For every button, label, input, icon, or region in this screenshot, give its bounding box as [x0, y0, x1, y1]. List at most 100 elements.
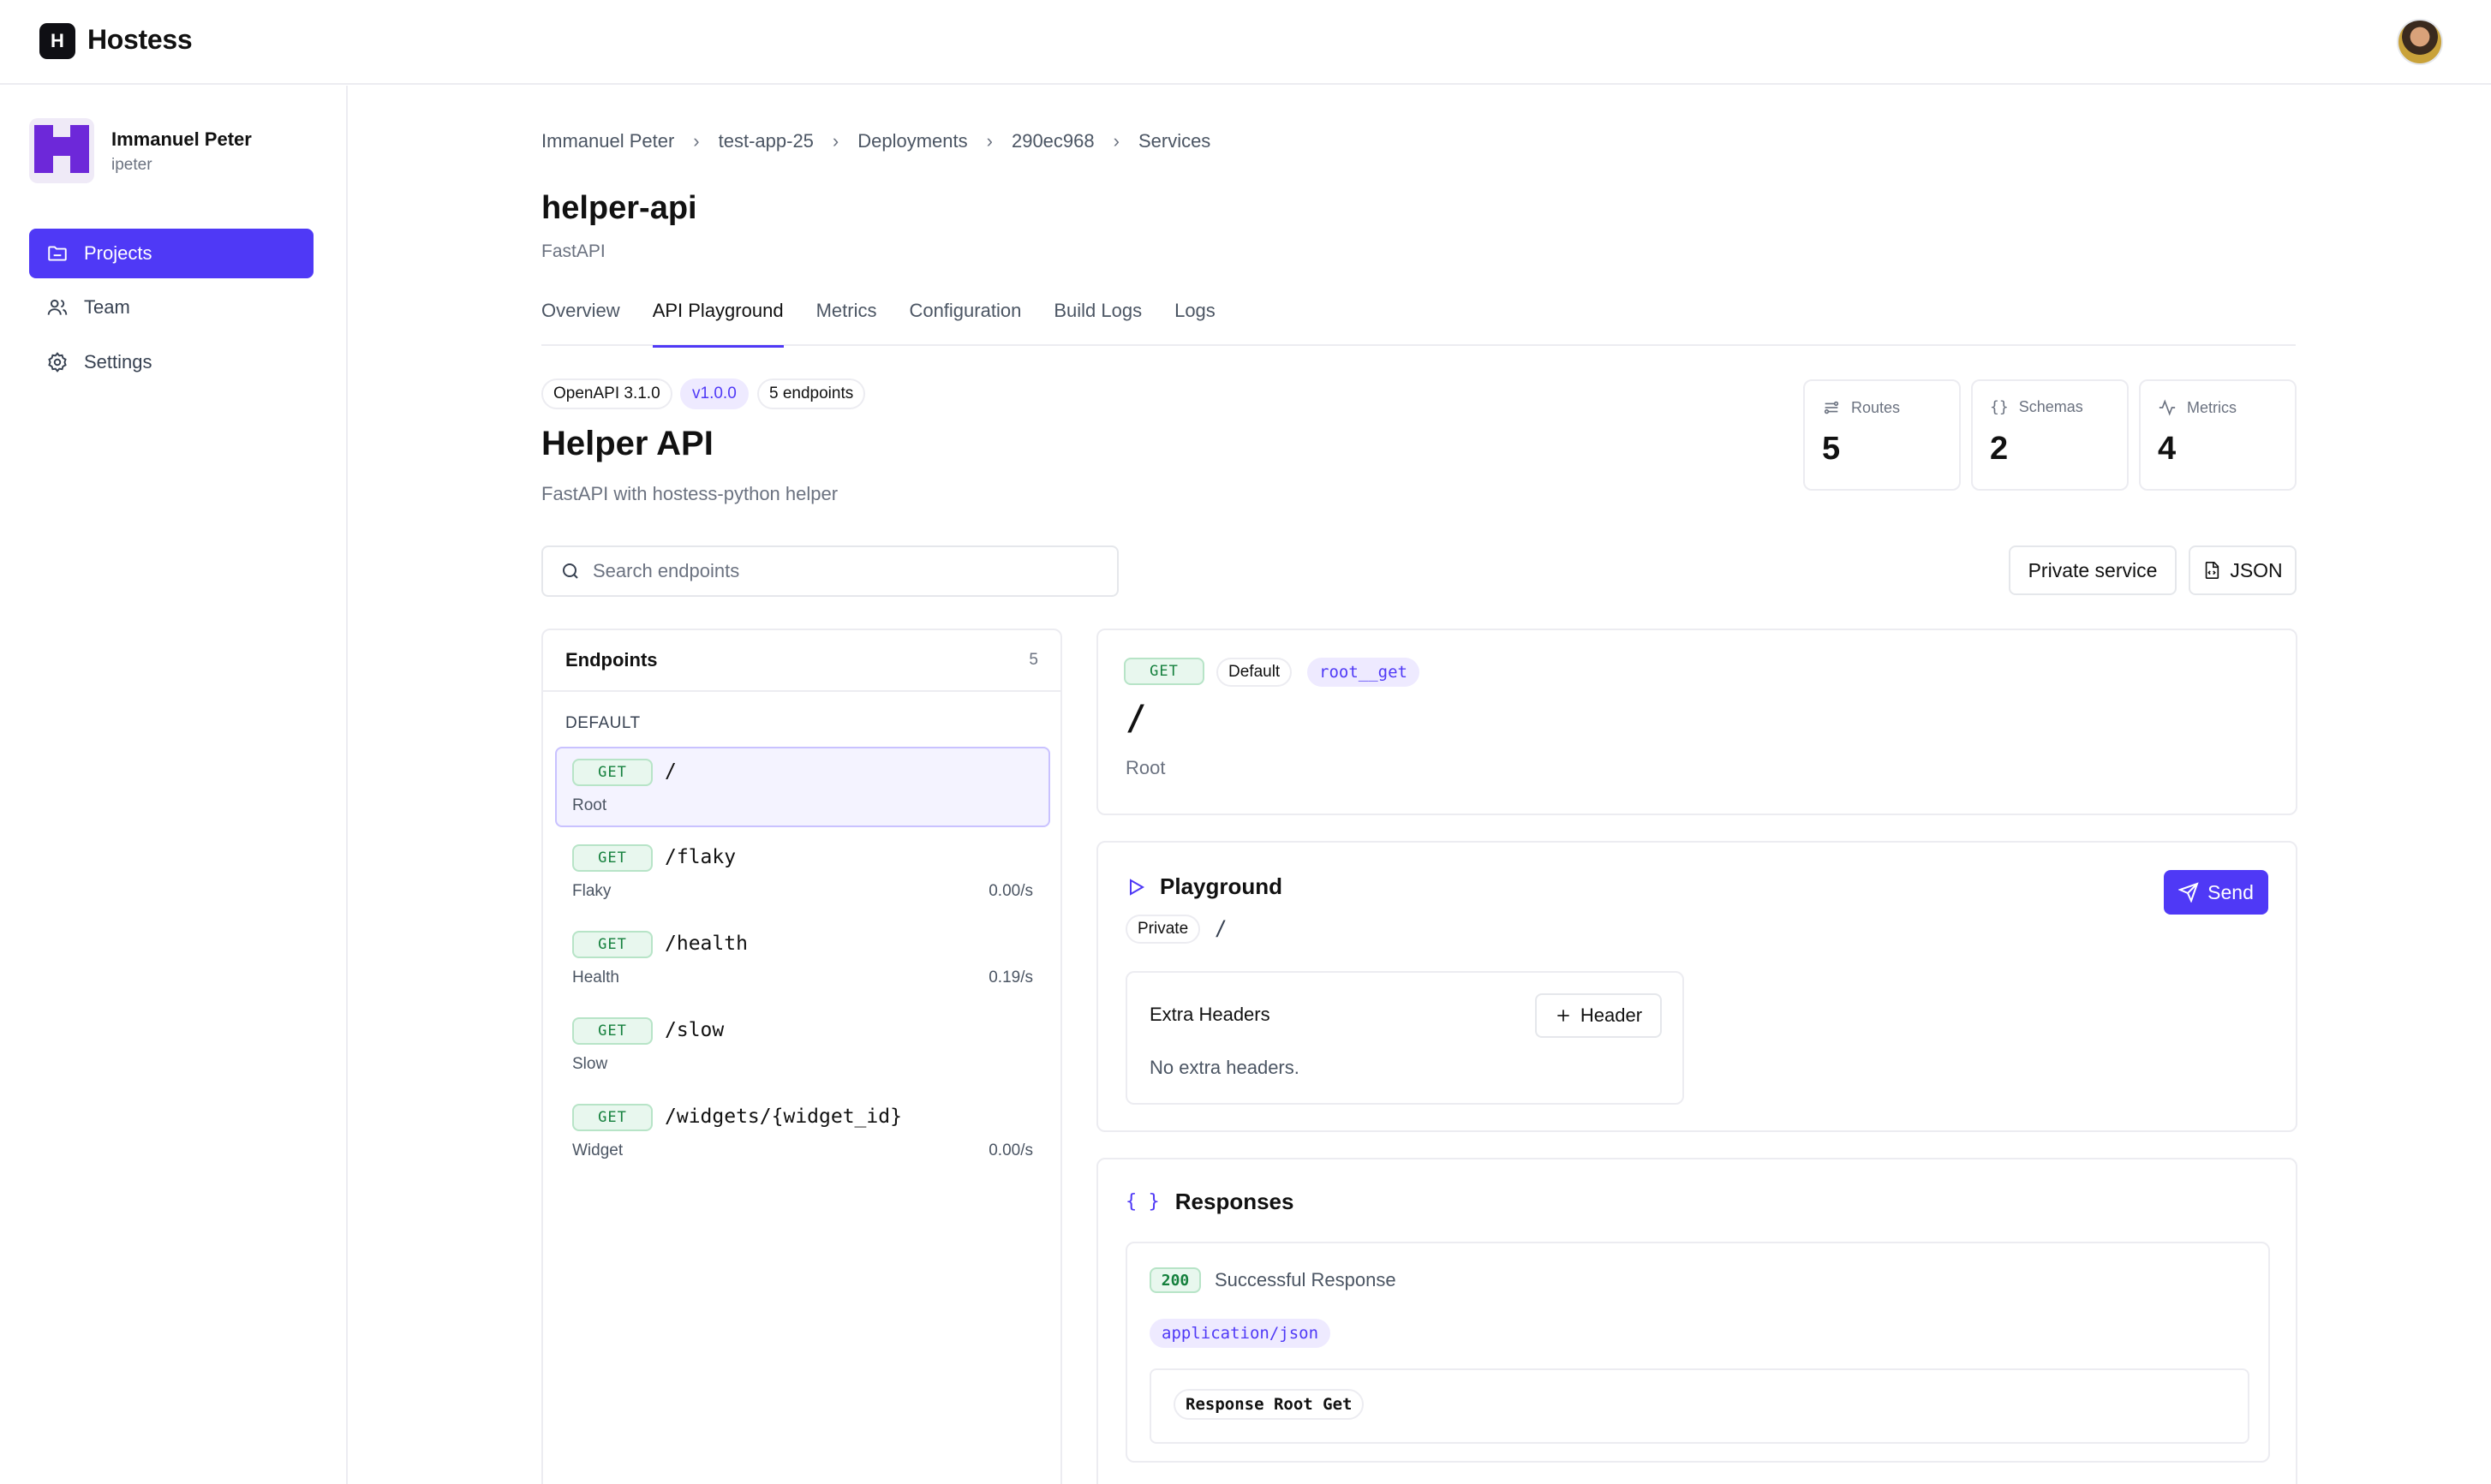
openapi-version-badge: OpenAPI 3.1.0	[541, 378, 672, 409]
responses-title: Responses	[1174, 1189, 1294, 1214]
gear-icon	[48, 352, 67, 372]
private-service-button[interactable]: Private service	[2009, 545, 2177, 595]
endpoints-header: Endpoints 5	[543, 630, 1060, 692]
endpoint-path: /widgets/{widget_id}	[665, 1106, 902, 1128]
endpoint-item-widget[interactable]: GET /widgets/{widget_id} Widget 0.00/s	[555, 1092, 1050, 1172]
extra-headers-title: Extra Headers	[1150, 1004, 1270, 1025]
account-avatar	[29, 118, 94, 183]
mime-type-badge: application/json	[1150, 1319, 1331, 1348]
operation-id-badge: root__get	[1307, 658, 1419, 687]
account-handle: ipeter	[111, 156, 152, 174]
playground-path: /	[1215, 916, 1228, 940]
endpoint-path: /slow	[665, 1019, 725, 1041]
stat-label: Schemas	[2018, 398, 2083, 415]
breadcrumb-item[interactable]: 290ec968	[1012, 130, 1095, 152]
extra-headers-empty: No extra headers.	[1150, 1057, 1299, 1078]
breadcrumb-item[interactable]: Immanuel Peter	[541, 130, 674, 152]
schema-name-badge[interactable]: Response Root Get	[1174, 1389, 1365, 1420]
tab-bar: Overview API Playground Metrics Configur…	[541, 298, 2296, 348]
chevron-right-icon: ›	[1113, 130, 1120, 152]
api-description: FastAPI with hostess-python helper	[541, 483, 839, 504]
extra-headers-box: Extra Headers Header No extra headers.	[1126, 971, 1684, 1105]
api-title: Helper API	[541, 425, 714, 462]
braces-icon: {}	[1990, 398, 2009, 416]
endpoint-item-slow[interactable]: GET /slow Slow	[555, 1005, 1050, 1086]
top-bar: H Hostess	[0, 0, 2491, 85]
tab-configuration[interactable]: Configuration	[909, 298, 1021, 346]
endpoint-name: Widget	[572, 1141, 624, 1159]
playground-title: Playground	[1160, 873, 1283, 899]
stat-label: Metrics	[2187, 398, 2237, 416]
endpoint-detail-path: /	[1126, 699, 1147, 738]
endpoint-tag: Default	[1216, 658, 1293, 687]
playground-title-row: Playground	[1126, 873, 1282, 900]
send-icon	[2178, 882, 2199, 903]
add-header-button[interactable]: Header	[1535, 993, 1662, 1038]
breadcrumb: Immanuel Peter › test-app-25 › Deploymen…	[541, 130, 1210, 152]
endpoint-group-label: DEFAULT	[565, 714, 641, 732]
tab-build-logs[interactable]: Build Logs	[1054, 298, 1142, 346]
account-name: Immanuel Peter	[111, 128, 252, 150]
response-item: 200 Successful Response application/json…	[1126, 1242, 2270, 1463]
endpoint-name: Flaky	[572, 882, 612, 900]
sidebar-item-label: Settings	[84, 351, 152, 372]
routes-icon	[1824, 401, 1839, 414]
breadcrumb-item[interactable]: Services	[1138, 130, 1210, 152]
page-title: helper-api	[541, 190, 697, 226]
schema-box: Response Root Get	[1150, 1368, 2249, 1444]
sidebar-item-label: Team	[84, 296, 130, 318]
activity-icon	[2159, 399, 2176, 416]
endpoint-detail-summary: Root	[1126, 757, 1166, 778]
plus-icon	[1557, 1010, 1569, 1022]
users-icon	[47, 299, 68, 315]
breadcrumb-item[interactable]: Deployments	[857, 130, 967, 152]
endpoint-item-root[interactable]: GET / Root	[555, 747, 1050, 827]
stat-value: 2	[1990, 431, 2009, 467]
visibility-badge: Private	[1126, 915, 1201, 944]
json-button-label: JSON	[2230, 558, 2283, 581]
endpoint-item-flaky[interactable]: GET /flaky Flaky 0.00/s	[555, 832, 1050, 913]
page-subtitle: FastAPI	[541, 241, 606, 261]
braces-icon: { }	[1126, 1191, 1160, 1213]
tab-overview[interactable]: Overview	[541, 298, 620, 346]
endpoint-name: Slow	[572, 1055, 608, 1073]
user-avatar-menu[interactable]	[2397, 19, 2443, 65]
sidebar-item-projects[interactable]: Projects	[29, 229, 314, 278]
endpoints-panel: Endpoints 5 DEFAULT GET / Root GET /flak…	[541, 629, 1062, 1484]
stat-card-metrics: Metrics 4	[2139, 379, 2297, 491]
endpoint-path: /health	[665, 933, 748, 955]
breadcrumb-item[interactable]: test-app-25	[719, 130, 814, 152]
search-input[interactable]	[593, 560, 1072, 582]
tab-api-playground[interactable]: API Playground	[652, 298, 784, 348]
send-button-label: Send	[2207, 880, 2254, 903]
method-badge: GET	[572, 759, 653, 786]
endpoint-name: Health	[572, 968, 619, 986]
json-button[interactable]: JSON	[2189, 545, 2297, 595]
folder-icon	[48, 246, 67, 261]
endpoints-title: Endpoints	[565, 649, 658, 670]
play-icon	[1130, 878, 1145, 896]
playground-card: Playground Send Private / Extra Headers …	[1096, 841, 2297, 1132]
method-badge: GET	[572, 931, 653, 958]
method-badge: GET	[1124, 658, 1204, 685]
app-logo[interactable]: H	[39, 23, 75, 59]
api-version-badge: v1.0.0	[680, 378, 749, 409]
responses-card: { } Responses 200 Successful Response ap…	[1096, 1158, 2297, 1484]
endpoint-search[interactable]	[541, 545, 1119, 597]
endpoint-rate: 0.00/s	[989, 1141, 1033, 1159]
send-button[interactable]: Send	[2164, 870, 2268, 915]
chevron-right-icon: ›	[832, 130, 839, 152]
endpoint-path: /flaky	[665, 846, 737, 868]
tab-metrics[interactable]: Metrics	[816, 298, 877, 346]
tab-logs[interactable]: Logs	[1174, 298, 1216, 346]
stat-label: Routes	[1851, 398, 1901, 416]
sidebar-item-team[interactable]: Team	[29, 283, 314, 332]
endpoints-count: 5	[1029, 651, 1038, 669]
stat-value: 5	[1822, 431, 1841, 467]
endpoint-name: Root	[572, 796, 607, 814]
app-name[interactable]: Hostess	[87, 24, 193, 56]
stat-card-routes: Routes 5	[1803, 379, 1961, 491]
endpoint-item-health[interactable]: GET /health Health 0.19/s	[555, 919, 1050, 999]
stat-card-schemas: {} Schemas 2	[1971, 379, 2129, 491]
sidebar-item-settings[interactable]: Settings	[29, 337, 314, 387]
